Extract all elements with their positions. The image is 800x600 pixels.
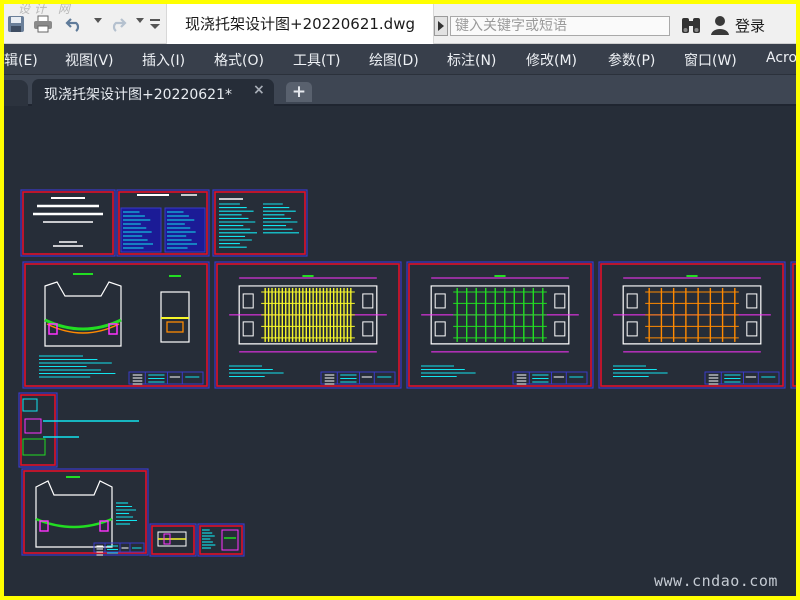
menu-insert[interactable]: 插入(I)	[142, 50, 185, 70]
small-detail-sheet-1	[149, 523, 197, 557]
detail-column-sheet	[18, 392, 139, 468]
bracket-elevation-sheet	[22, 261, 210, 389]
drawing-svg	[18, 189, 796, 557]
redo-dropdown-icon[interactable]	[136, 18, 144, 23]
login-link[interactable]: 登录	[735, 15, 765, 36]
tab-drawing-label: 现浇托架设计图+20220621*	[44, 87, 232, 103]
index-sheet	[116, 189, 210, 257]
menu-acrobat[interactable]: Acro	[766, 50, 796, 66]
print-icon[interactable]	[32, 14, 54, 34]
tab-drawing[interactable]: 现浇托架设计图+20220621* ×	[32, 79, 274, 106]
customize-caret-icon[interactable]	[148, 14, 162, 34]
new-tab-button[interactable]: +	[286, 82, 312, 102]
menu-draw[interactable]: 绘图(D)	[369, 50, 419, 70]
user-icon[interactable]	[710, 14, 730, 36]
redo-icon[interactable]	[108, 14, 128, 34]
undo-dropdown-icon[interactable]	[94, 18, 102, 23]
plan-green-sheet	[406, 261, 594, 389]
partial-sheet	[790, 261, 796, 389]
cover-sheet	[20, 189, 116, 257]
document-title: 现浇托架设计图+20220621.dwg	[166, 4, 434, 44]
menu-parameters[interactable]: 参数(P)	[608, 50, 655, 70]
save-icon[interactable]	[6, 14, 26, 34]
close-icon[interactable]: ×	[253, 82, 267, 98]
binoculars-icon[interactable]	[680, 15, 702, 35]
undo-icon[interactable]	[64, 14, 84, 34]
model-space-canvas[interactable]: www.cndao.com	[4, 106, 796, 596]
search-expand-arrow[interactable]	[434, 16, 448, 36]
autocad-window: 设计 网 现浇托架设计图+20220621.dwg 登录 辑(E)	[4, 4, 796, 596]
menu-view[interactable]: 视图(V)	[65, 50, 114, 70]
menu-format[interactable]: 格式(O)	[214, 50, 264, 70]
notes-sheet	[212, 189, 308, 257]
search-input[interactable]	[450, 16, 670, 36]
menu-tools[interactable]: 工具(T)	[293, 50, 340, 70]
title-bar: 设计 网 现浇托架设计图+20220621.dwg 登录	[4, 4, 796, 44]
small-detail-sheet-2	[197, 523, 245, 557]
plan-yellow-sheet	[214, 261, 402, 389]
site-watermark: www.cndao.com	[654, 572, 778, 590]
menu-modify[interactable]: 修改(M)	[526, 50, 577, 70]
plan-orange-sheet	[598, 261, 786, 389]
menu-window[interactable]: 窗口(W)	[684, 50, 737, 70]
bracket-elevation-sheet-2	[21, 468, 149, 556]
menu-dimension[interactable]: 标注(N)	[447, 50, 496, 70]
tab-start[interactable]	[4, 80, 28, 106]
menu-edit[interactable]: 辑(E)	[4, 50, 38, 70]
menu-bar: 辑(E) 视图(V) 插入(I) 格式(O) 工具(T) 绘图(D) 标注(N)…	[4, 44, 796, 75]
file-tab-bar: 现浇托架设计图+20220621* × +	[4, 75, 796, 106]
